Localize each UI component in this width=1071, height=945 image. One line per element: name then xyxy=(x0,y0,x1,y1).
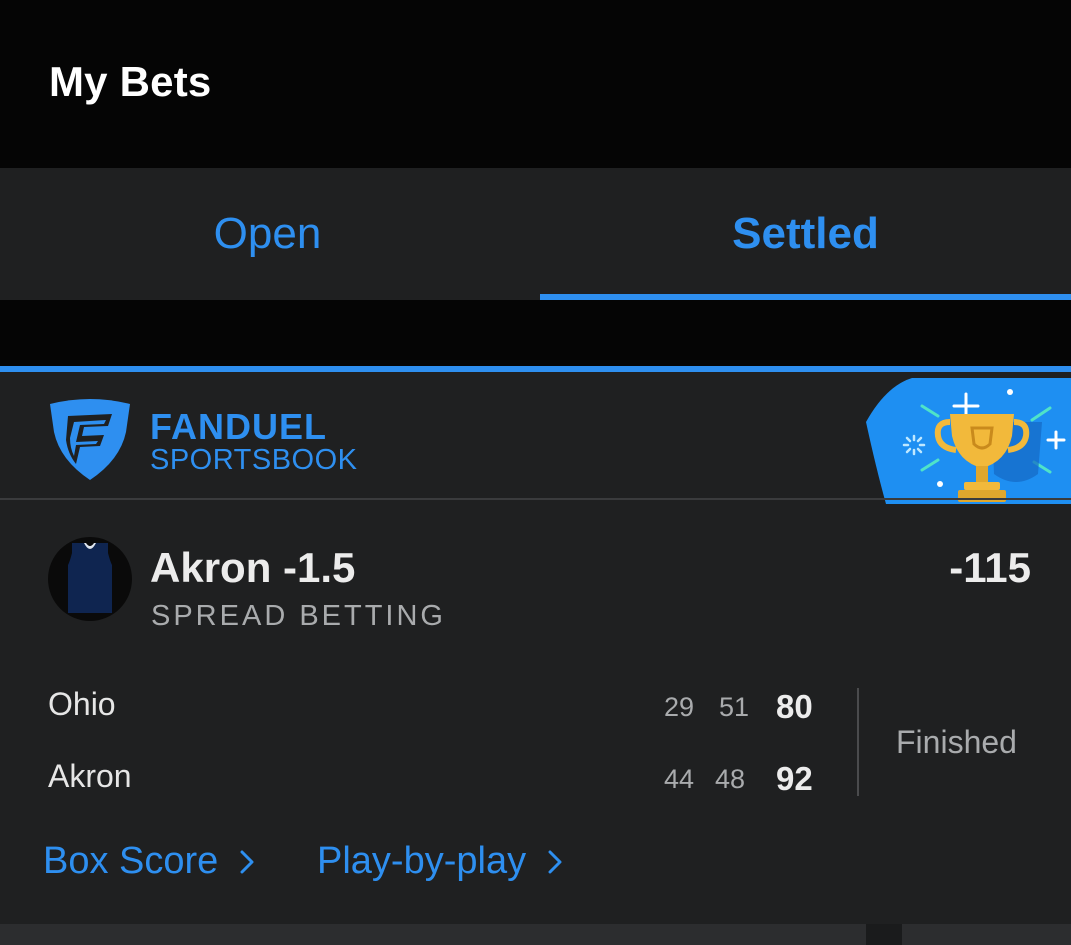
total-score: 80 xyxy=(776,688,813,725)
team-name-ohio: Ohio xyxy=(48,686,116,722)
bet-status-tabs: Open Settled xyxy=(0,168,1071,300)
top-bar: My Bets xyxy=(0,0,1071,168)
chevron-right-icon xyxy=(240,850,254,873)
team-name-akron: Akron xyxy=(48,758,132,794)
card-header: FANDUEL SPORTSBOOK xyxy=(0,372,1071,504)
brand-subname: SPORTSBOOK xyxy=(150,444,358,476)
page-title: My Bets xyxy=(49,58,212,105)
jersey-icon xyxy=(68,543,112,613)
chevron-right-icon xyxy=(548,850,562,873)
box-score-link[interactable]: Box Score xyxy=(43,840,254,883)
bet-market: SPREAD BETTING xyxy=(151,600,446,632)
period-score: 29 xyxy=(664,692,695,722)
play-by-play-link[interactable]: Play-by-play xyxy=(317,840,562,883)
play-by-play-label: Play-by-play xyxy=(317,840,527,882)
trophy-icon xyxy=(866,378,1071,504)
brand-name: FANDUEL xyxy=(150,406,327,447)
tab-open[interactable]: Open xyxy=(0,168,535,300)
my-bets-screen: My Bets Open Settled FANDUEL SPORTSBOOK xyxy=(0,0,1071,945)
tab-settled[interactable]: Settled xyxy=(540,168,1071,300)
fanduel-shield-icon xyxy=(50,399,130,480)
next-card-edge xyxy=(0,924,1071,945)
box-score-label: Box Score xyxy=(43,840,219,882)
card-header-divider xyxy=(0,498,1071,500)
total-score: 92 xyxy=(776,760,813,797)
period-score: 48 xyxy=(715,764,746,794)
avatar xyxy=(48,537,132,621)
game-status: Finished xyxy=(896,724,1017,760)
bet-card[interactable]: FANDUEL SPORTSBOOK Akron -1.5 SPREAD BET… xyxy=(0,366,1071,945)
bet-odds: -115 xyxy=(949,544,1031,591)
next-card-edge-separator xyxy=(866,924,902,945)
period-score: 44 xyxy=(664,764,695,794)
bet-selection: Akron -1.5 xyxy=(150,544,356,591)
period-score: 51 xyxy=(719,692,750,722)
scoreboard-divider xyxy=(857,688,859,796)
section-spacer xyxy=(0,300,1071,366)
